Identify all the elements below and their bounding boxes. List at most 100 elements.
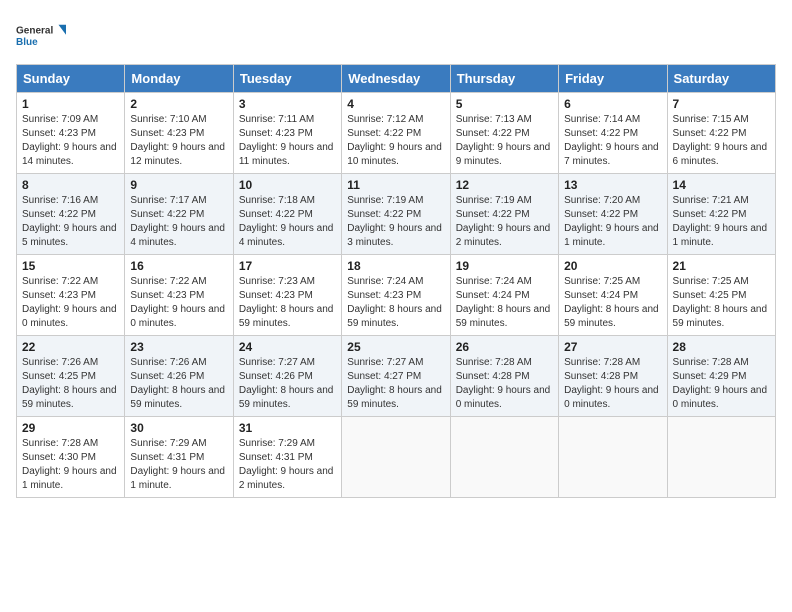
calendar-cell: 17Sunrise: 7:23 AMSunset: 4:23 PMDayligh…	[233, 255, 341, 336]
day-info: Sunrise: 7:24 AMSunset: 4:24 PMDaylight:…	[456, 275, 553, 331]
day-number: 8	[22, 178, 119, 192]
header: General Blue	[16, 16, 776, 56]
day-info: Sunrise: 7:28 AMSunset: 4:28 PMDaylight:…	[564, 356, 661, 412]
day-info: Sunrise: 7:28 AMSunset: 4:28 PMDaylight:…	[456, 356, 553, 412]
calendar-cell: 27Sunrise: 7:28 AMSunset: 4:28 PMDayligh…	[559, 336, 667, 417]
calendar-week-2: 8 Sunrise: 7:16 AMSunset: 4:22 PMDaylight…	[17, 174, 776, 255]
calendar-cell: 31 Sunrise: 7:29 AMSunset: 4:31 PMDayligh…	[233, 417, 341, 498]
calendar-cell: 6Sunrise: 7:14 AMSunset: 4:22 PMDaylight…	[559, 93, 667, 174]
calendar-cell: 7Sunrise: 7:15 AMSunset: 4:22 PMDaylight…	[667, 93, 775, 174]
calendar-cell: 24 Sunrise: 7:27 AMSunset: 4:26 PMDayligh…	[233, 336, 341, 417]
calendar-cell: 4 Sunrise: 7:12 AMSunset: 4:22 PMDaylight…	[342, 93, 450, 174]
day-number: 18	[347, 259, 444, 273]
day-number: 14	[673, 178, 770, 192]
day-number: 4	[347, 97, 444, 111]
day-info: Sunrise: 7:27 AMSunset: 4:26 PMDaylight:…	[239, 356, 336, 412]
calendar-cell: 12 Sunrise: 7:19 AMSunset: 4:22 PMDayligh…	[450, 174, 558, 255]
day-number: 31	[239, 421, 336, 435]
day-info: Sunrise: 7:25 AMSunset: 4:24 PMDaylight:…	[564, 275, 661, 331]
day-info: Sunrise: 7:27 AMSunset: 4:27 PMDaylight:…	[347, 356, 444, 412]
day-info: Sunrise: 7:24 AMSunset: 4:23 PMDaylight:…	[347, 275, 444, 331]
calendar-cell: 10 Sunrise: 7:18 AMSunset: 4:22 PMDayligh…	[233, 174, 341, 255]
calendar-cell	[667, 417, 775, 498]
day-number: 6	[564, 97, 661, 111]
day-number: 23	[130, 340, 227, 354]
day-info: Sunrise: 7:25 AMSunset: 4:25 PMDaylight:…	[673, 275, 770, 331]
calendar-cell	[342, 417, 450, 498]
day-number: 21	[673, 259, 770, 273]
calendar-cell: 11 Sunrise: 7:19 AMSunset: 4:22 PMDayligh…	[342, 174, 450, 255]
calendar-cell	[559, 417, 667, 498]
day-number: 24	[239, 340, 336, 354]
weekday-header-wednesday: Wednesday	[342, 65, 450, 93]
day-info: Sunrise: 7:29 AMSunset: 4:31 PMDaylight:…	[130, 437, 227, 493]
calendar-week-1: 1Sunrise: 7:09 AMSunset: 4:23 PMDaylight…	[17, 93, 776, 174]
calendar-week-3: 15Sunrise: 7:22 AMSunset: 4:23 PMDayligh…	[17, 255, 776, 336]
calendar-cell: 30 Sunrise: 7:29 AMSunset: 4:31 PMDayligh…	[125, 417, 233, 498]
calendar-cell	[450, 417, 558, 498]
weekday-header-sunday: Sunday	[17, 65, 125, 93]
calendar-cell: 3Sunrise: 7:11 AMSunset: 4:23 PMDaylight…	[233, 93, 341, 174]
calendar-cell: 14 Sunrise: 7:21 AMSunset: 4:22 PMDayligh…	[667, 174, 775, 255]
day-number: 17	[239, 259, 336, 273]
calendar-cell: 21 Sunrise: 7:25 AMSunset: 4:25 PMDayligh…	[667, 255, 775, 336]
day-info: Sunrise: 7:11 AMSunset: 4:23 PMDaylight:…	[239, 113, 336, 169]
day-info: Sunrise: 7:19 AMSunset: 4:22 PMDaylight:…	[347, 194, 444, 250]
day-number: 30	[130, 421, 227, 435]
day-info: Sunrise: 7:17 AMSunset: 4:22 PMDaylight:…	[130, 194, 227, 250]
calendar-cell: 15Sunrise: 7:22 AMSunset: 4:23 PMDayligh…	[17, 255, 125, 336]
day-info: Sunrise: 7:22 AMSunset: 4:23 PMDaylight:…	[22, 275, 119, 331]
svg-text:Blue: Blue	[16, 37, 38, 48]
svg-text:General: General	[16, 26, 53, 37]
day-info: Sunrise: 7:18 AMSunset: 4:22 PMDaylight:…	[239, 194, 336, 250]
day-number: 25	[347, 340, 444, 354]
calendar-week-4: 22 Sunrise: 7:26 AMSunset: 4:25 PMDayligh…	[17, 336, 776, 417]
day-info: Sunrise: 7:28 AMSunset: 4:29 PMDaylight:…	[673, 356, 770, 412]
day-info: Sunrise: 7:20 AMSunset: 4:22 PMDaylight:…	[564, 194, 661, 250]
day-info: Sunrise: 7:15 AMSunset: 4:22 PMDaylight:…	[673, 113, 770, 169]
calendar-cell: 13Sunrise: 7:20 AMSunset: 4:22 PMDayligh…	[559, 174, 667, 255]
day-number: 10	[239, 178, 336, 192]
calendar-cell: 26 Sunrise: 7:28 AMSunset: 4:28 PMDayligh…	[450, 336, 558, 417]
weekday-header-thursday: Thursday	[450, 65, 558, 93]
logo-svg: General Blue	[16, 16, 66, 56]
day-info: Sunrise: 7:22 AMSunset: 4:23 PMDaylight:…	[130, 275, 227, 331]
weekday-header-saturday: Saturday	[667, 65, 775, 93]
day-number: 5	[456, 97, 553, 111]
day-info: Sunrise: 7:21 AMSunset: 4:22 PMDaylight:…	[673, 194, 770, 250]
day-info: Sunrise: 7:26 AMSunset: 4:25 PMDaylight:…	[22, 356, 119, 412]
weekday-header-tuesday: Tuesday	[233, 65, 341, 93]
day-number: 9	[130, 178, 227, 192]
day-number: 28	[673, 340, 770, 354]
calendar-table: SundayMondayTuesdayWednesdayThursdayFrid…	[16, 64, 776, 498]
calendar-cell: 2Sunrise: 7:10 AMSunset: 4:23 PMDaylight…	[125, 93, 233, 174]
calendar-cell: 29 Sunrise: 7:28 AMSunset: 4:30 PMDayligh…	[17, 417, 125, 498]
day-info: Sunrise: 7:16 AMSunset: 4:22 PMDaylight:…	[22, 194, 119, 250]
day-info: Sunrise: 7:10 AMSunset: 4:23 PMDaylight:…	[130, 113, 227, 169]
weekday-header-friday: Friday	[559, 65, 667, 93]
day-info: Sunrise: 7:19 AMSunset: 4:22 PMDaylight:…	[456, 194, 553, 250]
day-info: Sunrise: 7:28 AMSunset: 4:30 PMDaylight:…	[22, 437, 119, 493]
day-number: 29	[22, 421, 119, 435]
day-info: Sunrise: 7:26 AMSunset: 4:26 PMDaylight:…	[130, 356, 227, 412]
calendar-week-5: 29 Sunrise: 7:28 AMSunset: 4:30 PMDayligh…	[17, 417, 776, 498]
calendar-cell: 5 Sunrise: 7:13 AMSunset: 4:22 PMDaylight…	[450, 93, 558, 174]
calendar-cell: 28 Sunrise: 7:28 AMSunset: 4:29 PMDayligh…	[667, 336, 775, 417]
day-number: 12	[456, 178, 553, 192]
day-number: 26	[456, 340, 553, 354]
day-number: 19	[456, 259, 553, 273]
calendar-cell: 25 Sunrise: 7:27 AMSunset: 4:27 PMDayligh…	[342, 336, 450, 417]
calendar-cell: 23 Sunrise: 7:26 AMSunset: 4:26 PMDayligh…	[125, 336, 233, 417]
day-info: Sunrise: 7:12 AMSunset: 4:22 PMDaylight:…	[347, 113, 444, 169]
calendar-cell: 19 Sunrise: 7:24 AMSunset: 4:24 PMDayligh…	[450, 255, 558, 336]
calendar-cell: 18 Sunrise: 7:24 AMSunset: 4:23 PMDayligh…	[342, 255, 450, 336]
calendar-cell: 9 Sunrise: 7:17 AMSunset: 4:22 PMDaylight…	[125, 174, 233, 255]
day-number: 11	[347, 178, 444, 192]
calendar-cell: 1Sunrise: 7:09 AMSunset: 4:23 PMDaylight…	[17, 93, 125, 174]
day-number: 22	[22, 340, 119, 354]
day-info: Sunrise: 7:29 AMSunset: 4:31 PMDaylight:…	[239, 437, 336, 493]
calendar-cell: 22 Sunrise: 7:26 AMSunset: 4:25 PMDayligh…	[17, 336, 125, 417]
day-info: Sunrise: 7:13 AMSunset: 4:22 PMDaylight:…	[456, 113, 553, 169]
weekday-header-monday: Monday	[125, 65, 233, 93]
day-number: 1	[22, 97, 119, 111]
